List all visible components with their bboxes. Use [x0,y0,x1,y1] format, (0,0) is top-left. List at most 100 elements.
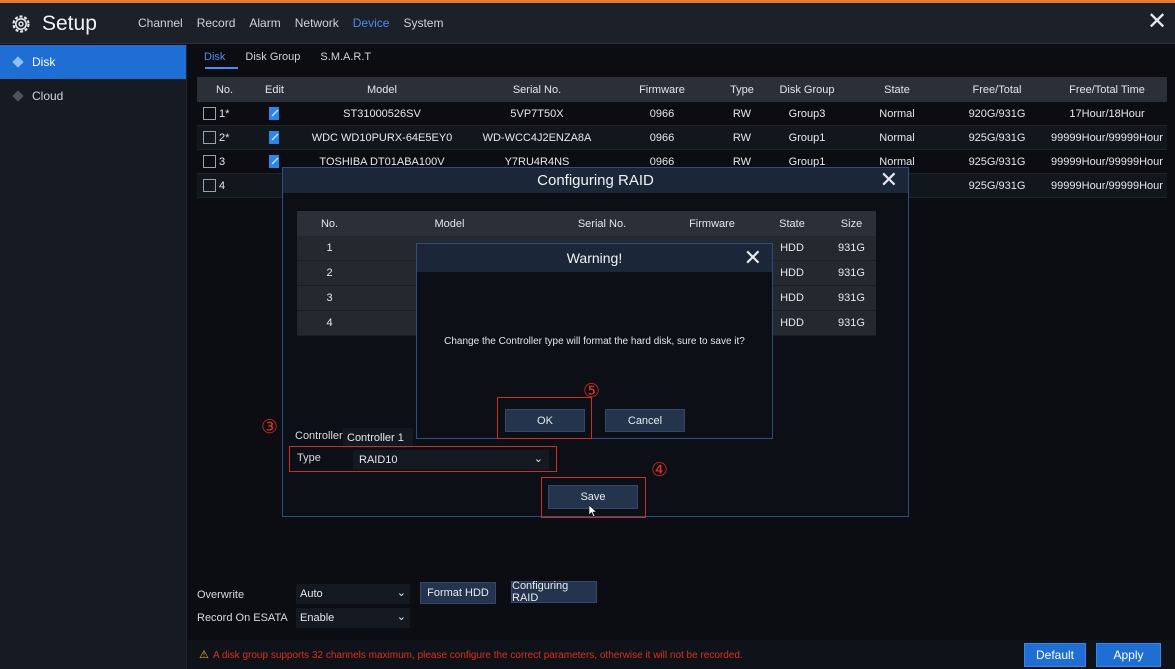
disk-model: WDC WD10PURX-64E5EY0 [311,131,453,144]
col-serial: Serial No. [577,217,627,230]
mouse-cursor-icon [589,505,597,517]
esata-select[interactable]: Enable ⌄ [296,608,410,628]
col-size: Size [840,217,863,230]
col-disk-group: Disk Group [779,83,835,96]
col-firmware: Firmware [639,83,685,96]
disk-free-total: 925G/931G [968,179,1026,192]
col-state: State [884,83,910,96]
row-checkbox[interactable] [203,107,216,120]
close-icon[interactable]: ✕ [880,169,898,191]
col-serial: Serial No. [512,83,562,96]
sidebar: Disk Cloud [0,45,187,669]
disk-no: 2* [219,131,230,144]
disk-free-total-time: 99999Hour/99999Hour [1051,179,1163,192]
disk-free-total: 925G/931G [968,131,1026,144]
edit-icon[interactable] [268,131,281,144]
disk-free-total-time: 99999Hour/99999Hour [1051,155,1163,168]
default-button[interactable]: Default [1024,643,1086,667]
disk-free-total: 925G/931G [968,155,1026,168]
brand: Setup [10,10,97,38]
disk-bullet-icon [12,56,24,68]
esata-value: Enable [300,612,335,624]
table-header: No. Edit Model Serial No. Firmware Type … [197,77,1167,102]
raid-disk-no: 3 [326,292,333,304]
col-no: No. [320,217,339,230]
subtab-disk-group[interactable]: Disk Group [241,48,304,66]
active-tab-indicator [205,67,238,69]
disk-model: TOSHIBA DT01ABA100V [319,155,445,168]
warning-dialog: Warning! ✕ Change the Controller type wi… [416,243,773,439]
row-checkbox[interactable] [203,155,216,168]
warning-dialog-message: Change the Controller type will format t… [444,336,745,347]
warning-dialog-header: Warning! ✕ [417,244,772,272]
apply-button[interactable]: Apply [1096,643,1161,667]
disk-no: 1* [219,107,230,120]
raid-disk-size: 931G [838,267,865,279]
raid-disk-size: 931G [838,317,865,329]
disk-no: 3 [219,155,226,168]
tab-system[interactable]: System [403,16,443,30]
disk-firmware: 0966 [649,131,675,144]
ok-button[interactable]: OK [505,409,585,432]
table-row[interactable]: 2* WDC WD10PURX-64E5EY0 WD-WCC4J2ENZA8A … [197,126,1167,150]
esata-label: Record On ESATA [197,612,288,624]
raid-disk-no: 4 [326,317,333,329]
row-checkbox[interactable] [203,179,216,192]
chevron-down-icon: ⌄ [533,453,543,465]
step-3-marker: ③ [261,416,279,438]
raid-dialog-header: Configuring RAID ✕ [283,168,908,193]
table-header: No. Model Serial No. Firmware State Size [297,211,876,236]
disk-group: Group3 [788,107,826,120]
controller-select[interactable]: Controller 1 [343,428,413,448]
sidebar-item-disk[interactable]: Disk [0,45,186,79]
top-bar: Setup Channel Record Alarm Network Devic… [0,3,1175,44]
raid-disk-no: 2 [326,267,333,279]
disk-firmware: 0966 [649,155,675,168]
tab-record[interactable]: Record [197,16,236,30]
subtab-smart[interactable]: S.M.A.R.T [316,48,375,66]
warning-message: A disk group supports 32 channels maximu… [213,650,743,661]
row-checkbox[interactable] [203,131,216,144]
close-icon[interactable]: ✕ [1145,10,1169,34]
overwrite-label: Overwrite [197,589,245,601]
tab-channel[interactable]: Channel [138,16,183,30]
disk-free-total-time: 17Hour/18Hour [1069,107,1145,120]
disk-group: Group1 [788,131,826,144]
disk-free-total-time: 99999Hour/99999Hour [1051,131,1163,144]
close-icon[interactable]: ✕ [744,247,762,269]
tab-alarm[interactable]: Alarm [249,16,280,30]
raid-disk-size: 931G [838,292,865,304]
disk-state: Normal [879,107,915,120]
chevron-down-icon: ⌄ [396,611,406,623]
disk-firmware: 0966 [649,107,675,120]
col-model: Model [434,217,465,230]
disk-no: 4 [219,179,226,192]
configuring-raid-button[interactable]: Configuring RAID [511,580,597,604]
sidebar-item-label: Disk [32,55,56,69]
overwrite-select[interactable]: Auto ⌄ [296,584,410,604]
warning-dialog-title: Warning! [566,250,623,266]
raid-dialog-title: Configuring RAID [537,172,654,189]
col-free-total: Free/Total [972,83,1022,96]
raid-type-value: RAID10 [359,454,398,466]
edit-icon[interactable] [268,155,281,168]
disk-type: RW [732,155,752,168]
cancel-button[interactable]: Cancel [605,409,685,432]
tab-network[interactable]: Network [295,16,339,30]
disk-state: Normal [879,131,915,144]
sidebar-item-label: Cloud [32,89,64,103]
page-title: Setup [42,12,97,35]
edit-icon[interactable] [268,107,281,120]
step-4-marker: ④ [651,459,669,481]
controller-label: Controller [295,430,343,442]
table-row[interactable]: 1* ST31000526SV 5VP7T50X 0966 RW Group3 … [197,102,1167,126]
format-hdd-button[interactable]: Format HDD [420,582,496,604]
col-firmware: Firmware [689,217,735,230]
disk-group: Group1 [788,155,826,168]
raid-type-select[interactable]: RAID10 ⌄ [353,450,549,470]
tab-device[interactable]: Device [353,16,390,30]
col-model: Model [367,83,397,96]
gear-icon [10,13,32,35]
subtab-disk[interactable]: Disk [200,48,229,66]
sidebar-item-cloud[interactable]: Cloud [0,79,186,113]
